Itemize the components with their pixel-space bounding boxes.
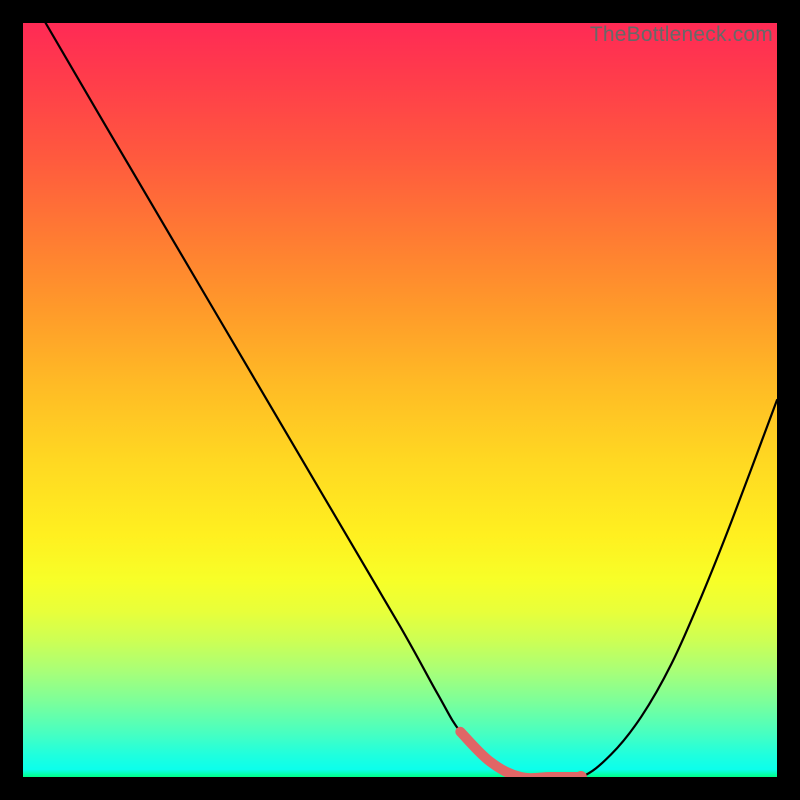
optimal-range-end-dot	[575, 771, 587, 777]
curve-overlay	[23, 23, 777, 777]
watermark-text: TheBottleneck.com	[590, 23, 773, 47]
chart-frame: TheBottleneck.com	[0, 0, 800, 800]
bottleneck-curve-path	[46, 23, 777, 777]
plot-area: TheBottleneck.com	[23, 23, 777, 777]
optimal-range-path	[460, 732, 581, 777]
